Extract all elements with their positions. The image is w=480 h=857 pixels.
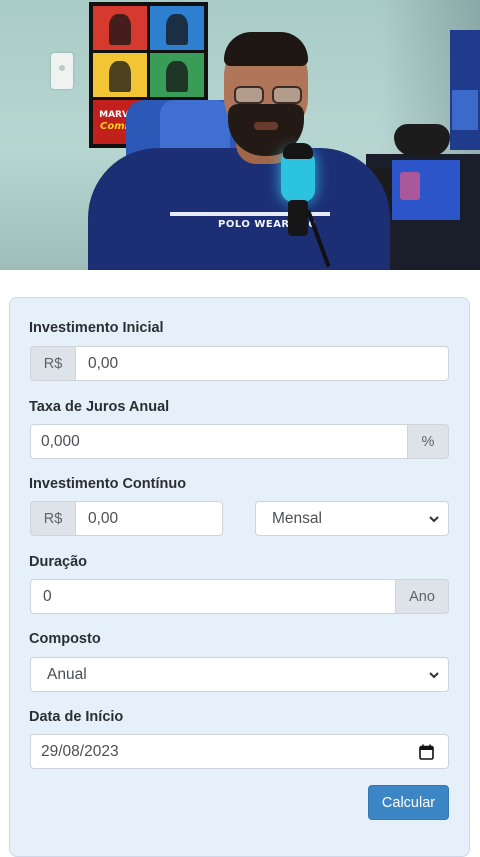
glasses (234, 86, 304, 104)
chevron-down-icon (429, 516, 439, 523)
currency-prefix: R$ (30, 501, 75, 536)
currency-prefix: R$ (30, 346, 75, 381)
person-shirt (88, 148, 390, 270)
chevron-down-icon (429, 672, 439, 679)
continuous-investment-group: R$ 0,00 (30, 501, 223, 536)
microphone-cap (283, 143, 313, 159)
frequency-value: Mensal (272, 509, 322, 527)
compound-select[interactable]: Anual (30, 657, 449, 692)
game-controller (394, 124, 450, 156)
poster-panel (93, 53, 147, 97)
wall-outlet (51, 53, 73, 89)
poster-panel (150, 6, 204, 50)
annual-rate-input[interactable]: 0,000 (30, 424, 408, 459)
gaming-chair-top (160, 100, 230, 150)
initial-investment-label: Investimento Inicial (29, 320, 164, 336)
streamer-video: MARVEL Comics POLO WEAR 200 (0, 0, 480, 270)
continuous-investment-input[interactable]: 0,00 (75, 501, 223, 536)
game-boxes (450, 30, 480, 150)
initial-investment-input[interactable]: 0,00 (75, 346, 449, 381)
person-hair (224, 32, 308, 66)
annual-rate-group: 0,000 % (30, 424, 449, 459)
start-date-label: Data de Início (29, 709, 124, 725)
duration-label: Duração (29, 554, 88, 570)
duration-group: 0 Ano (30, 579, 449, 614)
calculator-card (9, 297, 470, 857)
console-box (392, 160, 460, 220)
year-suffix: Ano (396, 579, 449, 614)
initial-investment-group: R$ 0,00 (30, 346, 449, 381)
frequency-select[interactable]: Mensal (255, 501, 449, 536)
calendar-icon[interactable] (419, 744, 434, 760)
compound-label: Composto (29, 631, 101, 647)
annual-rate-label: Taxa de Juros Anual (29, 399, 170, 415)
continuous-investment-label: Investimento Contínuo (29, 476, 187, 492)
start-date-value: 29/08/2023 (41, 742, 119, 760)
microphone-mount (288, 200, 308, 236)
poster-panel (93, 6, 147, 50)
percent-suffix: % (408, 424, 449, 459)
duration-input[interactable]: 0 (30, 579, 396, 614)
compound-value: Anual (47, 665, 87, 683)
calculate-button[interactable]: Calcular (368, 785, 449, 820)
start-date-input[interactable]: 29/08/2023 (30, 734, 449, 769)
poster-panel (150, 53, 204, 97)
person-mouth (254, 122, 278, 130)
